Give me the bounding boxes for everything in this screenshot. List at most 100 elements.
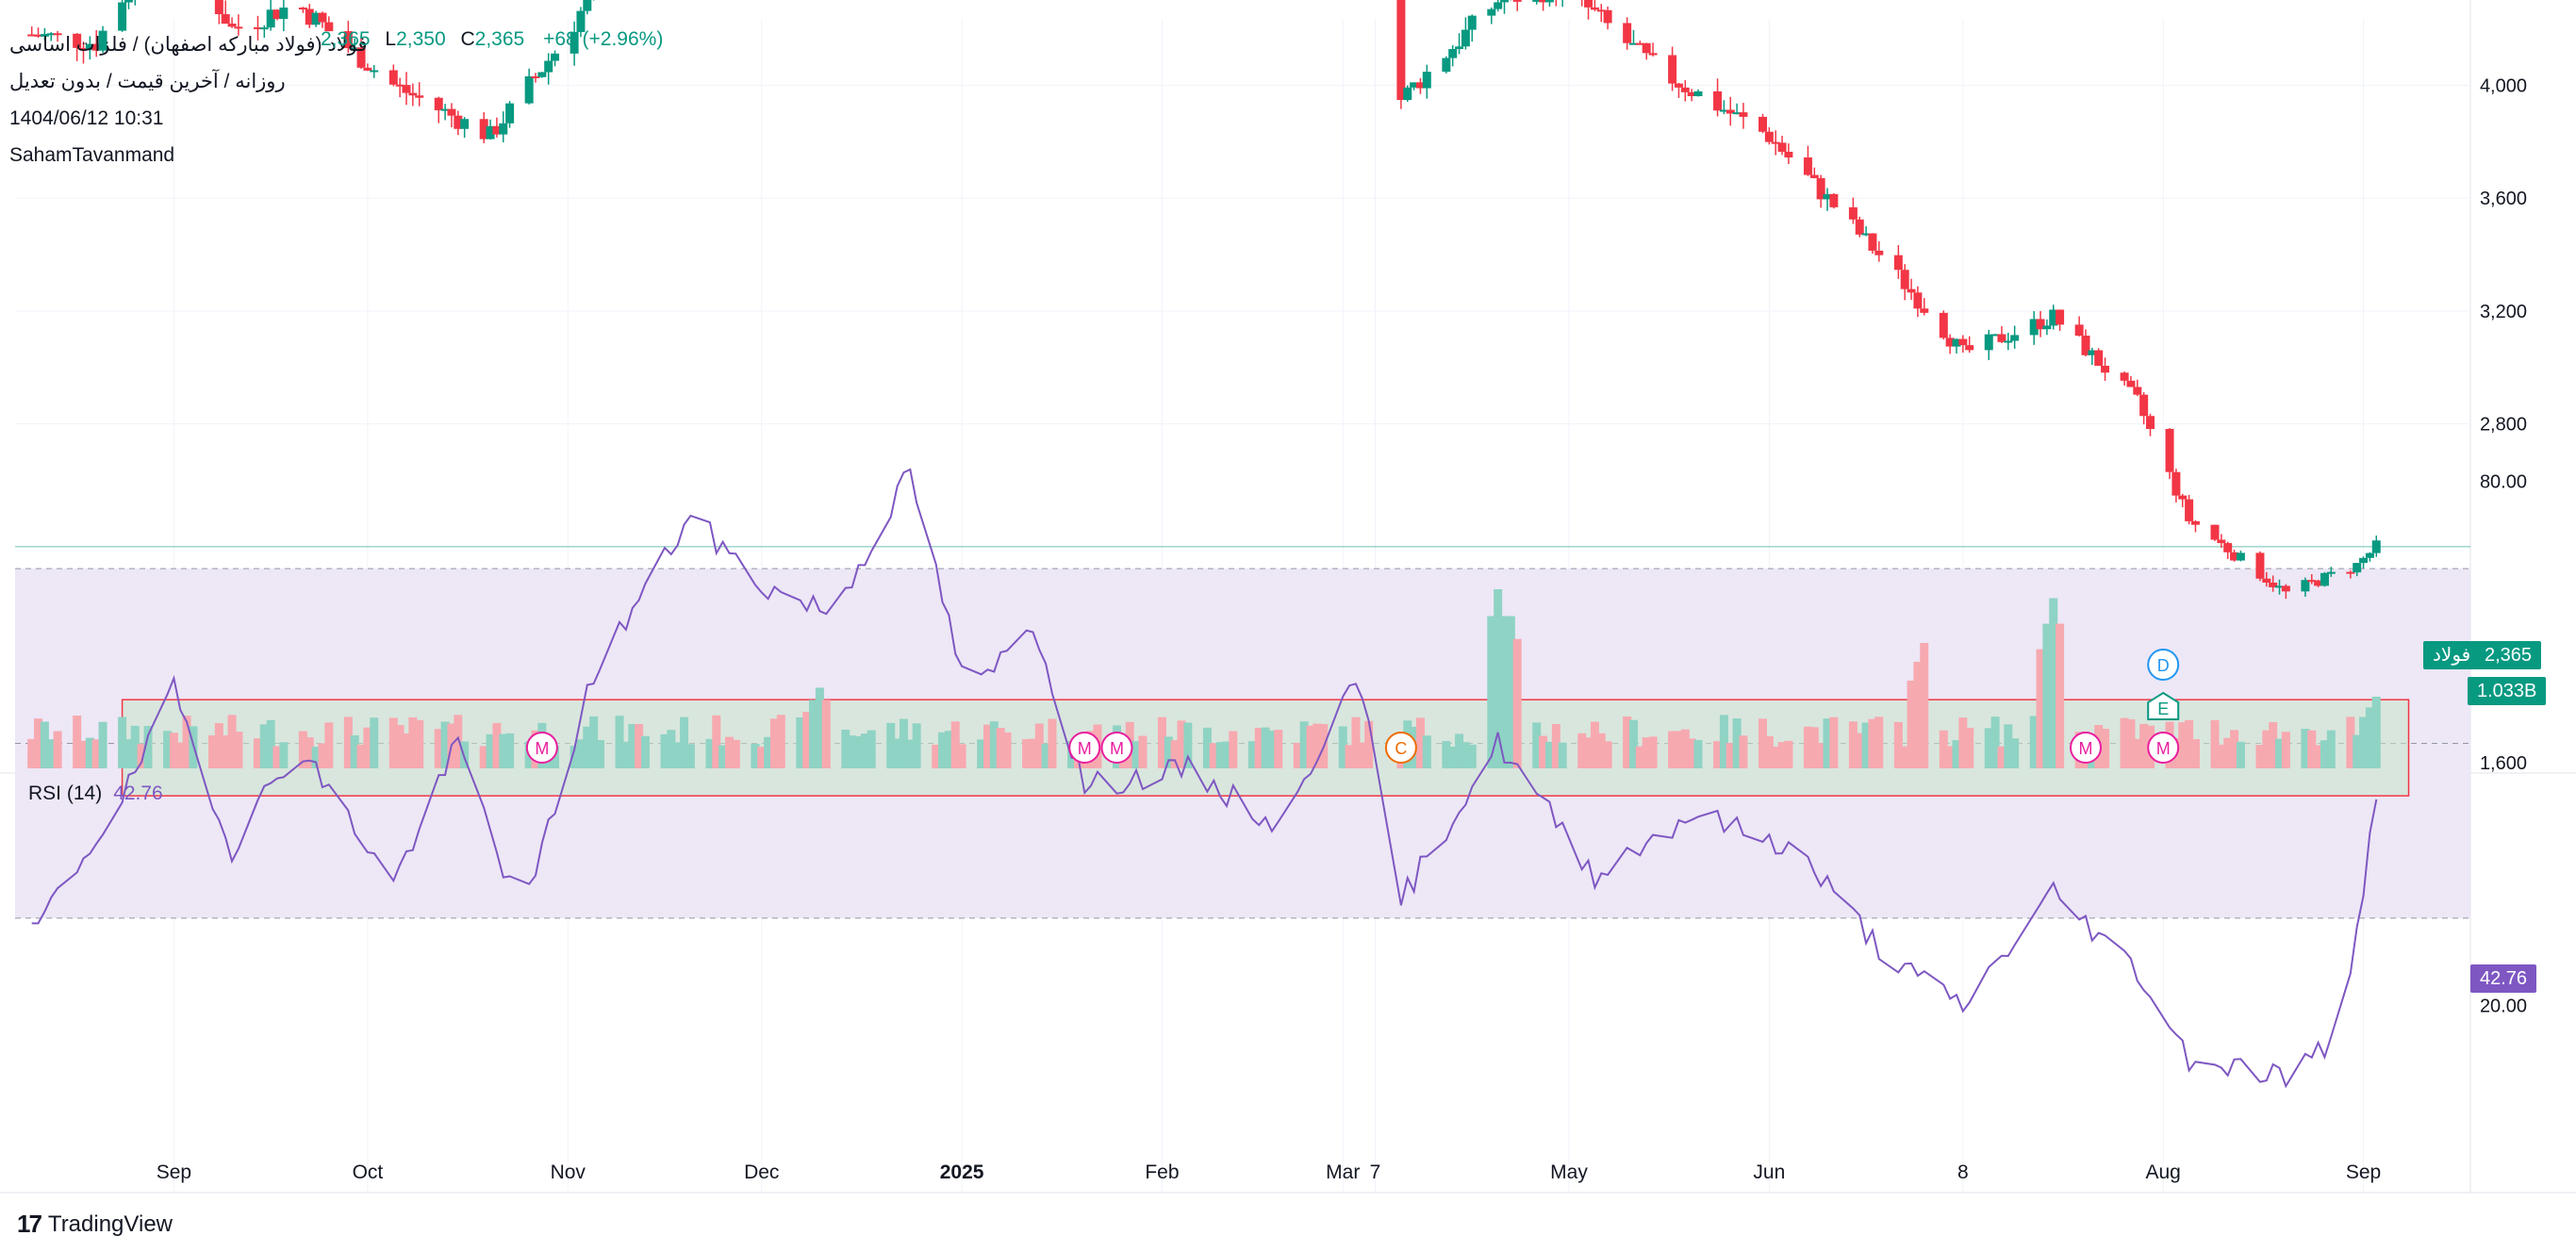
earnings-marker-label: E <box>2157 700 2169 718</box>
candle-body <box>1874 250 1884 255</box>
volume-bar <box>957 744 966 768</box>
rsi-tick-2: 20.00 <box>2480 997 2527 1017</box>
candle-body <box>214 0 223 15</box>
time-label-9: Jun <box>1753 1161 1785 1183</box>
volume-bar <box>596 740 604 768</box>
candle-body <box>2042 325 2052 330</box>
volume-bar <box>1693 739 1703 768</box>
low-value: 2,350 <box>396 28 446 50</box>
candlesticks[interactable] <box>27 0 2381 600</box>
volume-bar <box>2326 730 2336 768</box>
candle-body <box>2004 340 2013 343</box>
time-label-10: 8 <box>1957 1161 1969 1183</box>
candle-body <box>544 60 553 73</box>
volume-bar <box>370 717 379 768</box>
timestamp: 1404/06/12 10:31 <box>9 107 164 129</box>
volume-bar <box>2236 741 2245 768</box>
volume-bar <box>1965 727 1974 768</box>
chart-legend: فولاد (فولاد مبارکه اصفهان) / فلزات اساس… <box>9 26 368 173</box>
volume-bar <box>821 700 831 768</box>
volume-bar <box>1920 643 1929 768</box>
time-label-5: Feb <box>1145 1161 1179 1183</box>
candle-body <box>1448 49 1458 58</box>
marker-label-2: M <box>1110 739 1124 758</box>
candle-body <box>2146 416 2155 430</box>
volume-bar <box>1648 736 1658 768</box>
volume-bar <box>2010 738 2020 768</box>
candle-body <box>1868 233 1877 251</box>
time-label-3: Dec <box>744 1161 779 1183</box>
symbol-title: فولاد (فولاد مبارکه اصفهان) / فلزات اساس… <box>9 34 368 56</box>
volume-bar <box>1274 730 1283 768</box>
marker-label-3: C <box>1395 739 1407 758</box>
candle-body <box>1809 174 1819 178</box>
candle-body <box>2217 539 2226 544</box>
candle-body <box>1958 338 1968 346</box>
time-label-7: 7 <box>1370 1161 1381 1183</box>
candle-body <box>2326 571 2336 574</box>
high-value: 2,365 <box>321 28 371 50</box>
candle-body <box>1784 151 1793 158</box>
rsi-label: RSI (14) <box>28 782 103 804</box>
candle-body <box>1803 157 1812 175</box>
tradingview-brand[interactable]: 17 TradingView <box>17 1210 173 1239</box>
candle-body <box>1623 23 1632 43</box>
candle-body <box>1759 116 1767 132</box>
volume-bar <box>324 722 334 768</box>
candle-body <box>1900 270 1909 289</box>
volume-bar <box>279 742 289 768</box>
candle-body <box>1544 0 1554 3</box>
candle-body <box>2210 524 2220 540</box>
chart-canvas[interactable]: MMMCMMDE 6,8006,4006,0005,6005,2004,8004… <box>0 0 2576 1252</box>
volume-bar <box>867 730 876 768</box>
candle-body <box>2223 543 2233 552</box>
author-name: SahamTavanmand <box>9 144 175 166</box>
candle-body <box>551 53 560 61</box>
candle-body <box>1893 255 1903 271</box>
candle-body <box>1913 292 1923 309</box>
candle-body <box>1422 72 1431 89</box>
candle-body <box>447 108 456 116</box>
candle-body <box>2353 563 2362 573</box>
candle-body <box>2281 585 2290 592</box>
close-value: 2,365 <box>474 28 525 50</box>
candle-body <box>2359 557 2369 564</box>
candle-body <box>1693 91 1703 97</box>
candle-body <box>434 97 443 110</box>
volume-bar <box>2371 697 2381 768</box>
volume-bar <box>1558 742 1567 768</box>
candle-body <box>1442 58 1451 73</box>
candle-body <box>1965 345 1974 351</box>
candle-body <box>505 103 515 124</box>
volume-bar <box>1512 638 1522 768</box>
candle-body <box>2120 372 2129 381</box>
candle-body <box>1848 206 1858 220</box>
candle-body <box>2010 335 2020 341</box>
candle-body <box>1590 7 1599 10</box>
candle-body <box>1764 131 1774 142</box>
candle-body <box>1396 0 1406 101</box>
volume-bar <box>1048 718 1057 768</box>
candle-body <box>1939 312 1948 338</box>
time-label-12: Sep <box>2346 1161 2381 1183</box>
volume-bar <box>2190 739 2200 768</box>
candle-body <box>2133 387 2142 395</box>
candle-body <box>460 119 470 129</box>
dividend-marker-label: D <box>2157 656 2170 675</box>
volume-bar <box>1364 720 1374 768</box>
candle-body <box>1584 0 1593 8</box>
candle-body <box>2139 394 2149 417</box>
candle-body <box>2320 572 2329 586</box>
price-tick-8: 3,600 <box>2480 189 2527 209</box>
candle-body <box>1668 55 1677 84</box>
marker-label-4: M <box>2079 739 2093 758</box>
chart-settings: روزانه / آخرین قیمت / بدون تعدیل <box>9 71 286 92</box>
volume-bar <box>1874 717 1884 768</box>
volume-bar <box>98 721 107 768</box>
candle-body <box>2126 380 2136 387</box>
candle-body <box>1920 308 1929 313</box>
candle-body <box>370 70 379 73</box>
volume-bar <box>640 735 650 768</box>
volume-bar <box>731 739 740 768</box>
candle-body <box>2255 552 2265 579</box>
